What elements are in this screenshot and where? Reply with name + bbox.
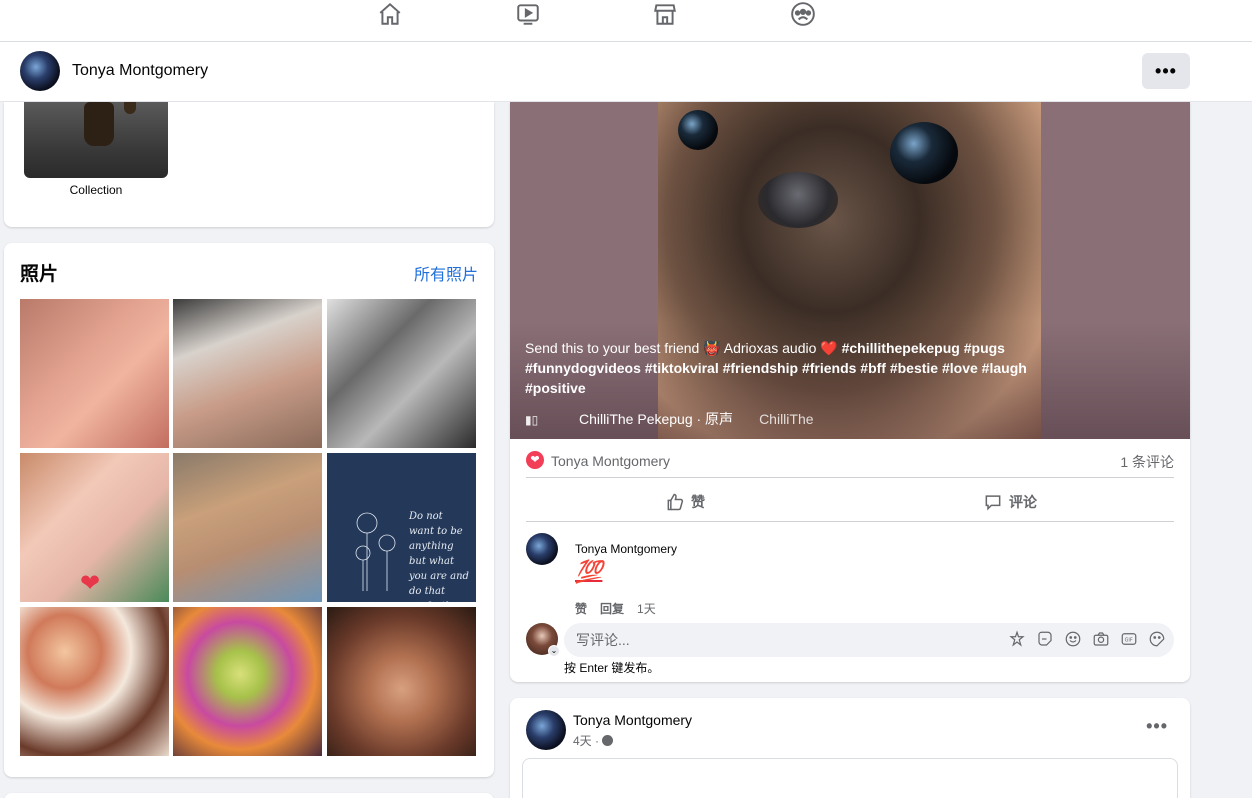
photo-7[interactable]: [20, 607, 169, 756]
chevron-down-icon[interactable]: ⌄: [548, 645, 560, 657]
comment-input[interactable]: [576, 623, 996, 657]
collection-thumbnail[interactable]: [24, 102, 168, 178]
comment-count[interactable]: 1 条评论: [1120, 452, 1174, 472]
photo-3[interactable]: [327, 299, 476, 448]
my-avatar[interactable]: ⌄: [526, 623, 560, 657]
sticker-icon[interactable]: [1036, 630, 1054, 648]
reaction-name[interactable]: Tonya Montgomery: [551, 453, 670, 469]
profile-name[interactable]: Tonya Montgomery: [72, 62, 208, 80]
profile-header: Tonya Montgomery •••: [0, 42, 1252, 102]
post-card: Send this to your best friend 👹 Adrioxas…: [510, 102, 1190, 682]
heart-icon: ❤: [80, 570, 101, 597]
profile-avatar[interactable]: [20, 51, 60, 91]
video-caption: Send this to your best friend 👹 Adrioxas…: [525, 338, 1085, 398]
dog-eye-left: [678, 110, 718, 150]
globe-icon: [602, 735, 614, 746]
enter-hint: 按 Enter 键发布。: [564, 661, 660, 675]
avatar-sticker-icon[interactable]: [1008, 630, 1026, 648]
caption-text: Send this to your best friend 👹 Adrioxas…: [525, 340, 842, 356]
quote-text: Do not want to be anything but what you …: [409, 511, 469, 602]
video-player[interactable]: Send this to your best friend 👹 Adrioxas…: [510, 102, 1190, 439]
post2-time[interactable]: 4天 ·: [573, 732, 599, 749]
groups-icon[interactable]: [789, 0, 817, 28]
home-icon[interactable]: [376, 0, 404, 28]
comment-text: 💯: [575, 560, 603, 585]
top-navigation: [0, 0, 1252, 42]
post2-author[interactable]: Tonya Montgomery: [573, 712, 692, 728]
photo-9[interactable]: [327, 607, 476, 756]
collection-label[interactable]: Collection: [24, 183, 168, 197]
dog-image-2: [124, 102, 136, 114]
dandelion-icon: [355, 512, 396, 591]
comment-label: 评论: [1009, 494, 1037, 510]
comment-icon: [985, 495, 1001, 511]
post2-more-button[interactable]: •••: [1146, 716, 1168, 737]
dog-eye-right: [890, 122, 958, 184]
photo-1[interactable]: [20, 299, 169, 448]
comment-reply-button[interactable]: 回复: [600, 602, 624, 616]
collection-card: Collection: [4, 102, 494, 227]
camera-icon[interactable]: [1092, 630, 1110, 648]
like-label: 赞: [691, 494, 705, 510]
post2-avatar[interactable]: [526, 710, 566, 750]
comment-actions: 赞回复 1天: [575, 600, 669, 617]
comment-item: Tonya Montgomery 💯 赞回复 1天: [526, 533, 1166, 619]
next-card: [4, 793, 494, 798]
audio-wave-icon: ▮▯: [525, 413, 539, 427]
profile-more-button[interactable]: •••: [1142, 53, 1190, 89]
comment-like-button[interactable]: 赞: [575, 602, 587, 616]
write-comment-row: ⌄ GIF: [526, 623, 1174, 657]
photos-title: 照片: [20, 264, 59, 285]
photos-card: 照片 所有照片 ❤ Do not want to be anything but…: [4, 243, 494, 777]
comment-tools: GIF: [1008, 630, 1166, 648]
audio-row[interactable]: ▮▯ ChilliThe Pekepug · 原声 ChilliThe: [525, 409, 814, 429]
post2-content: [522, 758, 1178, 798]
post-card-2: Tonya Montgomery 4天 · •••: [510, 698, 1190, 798]
thumbs-up-icon: [667, 493, 684, 511]
gif-icon[interactable]: GIF: [1120, 630, 1138, 648]
all-photos-link[interactable]: 所有照片: [414, 261, 478, 285]
audio-label-2: ChilliThe: [759, 411, 814, 427]
like-button[interactable]: 赞: [665, 482, 705, 522]
photo-8[interactable]: [173, 607, 322, 756]
reactions-row: ❤ Tonya Montgomery 1 条评论: [526, 448, 1174, 478]
svg-text:GIF: GIF: [1125, 637, 1133, 643]
photo-6[interactable]: Do not want to be anything but what you …: [327, 453, 476, 602]
love-reaction-icon: ❤: [526, 451, 544, 469]
comment-avatar[interactable]: [526, 533, 558, 565]
comment-time[interactable]: 1天: [637, 602, 656, 616]
post2-meta: 4天 ·: [573, 732, 614, 749]
sticker-face-icon[interactable]: [1148, 630, 1166, 648]
photo-4[interactable]: ❤: [20, 453, 169, 602]
dog-image: [84, 102, 114, 146]
action-row: 赞 评论: [526, 482, 1174, 522]
emoji-icon[interactable]: [1064, 630, 1082, 648]
watch-icon[interactable]: [514, 0, 542, 28]
photo-2[interactable]: [173, 299, 322, 448]
photo-5[interactable]: [173, 453, 322, 602]
marketplace-icon[interactable]: [651, 0, 679, 28]
dog-nose: [758, 172, 838, 228]
comment-box[interactable]: GIF: [564, 623, 1174, 657]
audio-label[interactable]: ChilliThe Pekepug · 原声: [579, 411, 733, 427]
comment-author[interactable]: Tonya Montgomery: [575, 542, 677, 556]
comment-button[interactable]: 评论: [983, 482, 1037, 522]
